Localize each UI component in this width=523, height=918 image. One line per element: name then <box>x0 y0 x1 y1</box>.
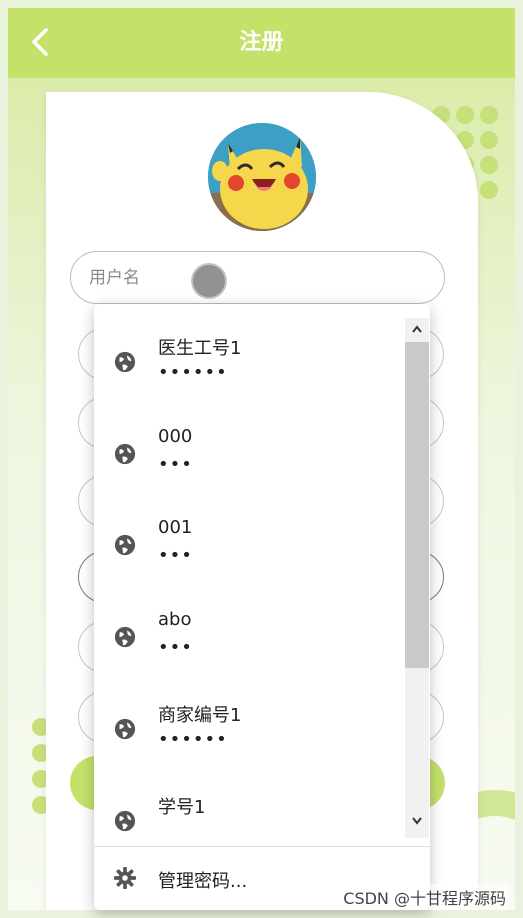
globe-icon <box>114 443 136 465</box>
header-bar: 注册 <box>8 8 515 78</box>
autofill-item-password: ••• <box>158 545 193 566</box>
autofill-item-label: 000 <box>158 426 193 447</box>
scroll-down-icon[interactable] <box>411 814 423 828</box>
scroll-up-icon[interactable] <box>411 322 423 336</box>
autofill-list: 医生工号1 •••••• 000 ••• 001 ••• abo ••• 商家编… <box>94 304 404 844</box>
autofill-item[interactable]: 医生工号1 •••••• <box>94 304 404 394</box>
autofill-item-label: 001 <box>158 517 193 538</box>
autofill-item-label: 医生工号1 <box>158 338 242 359</box>
username-input[interactable] <box>87 252 421 304</box>
autofill-item-password: •••••• <box>158 362 228 383</box>
autofill-item-label: 商家编号1 <box>158 705 242 726</box>
globe-icon <box>114 810 136 832</box>
globe-icon <box>114 626 136 648</box>
pikachu-avatar-image <box>208 123 316 231</box>
autofill-item[interactable]: 000 ••• <box>94 396 404 486</box>
globe-icon <box>114 351 136 373</box>
gear-icon <box>114 867 136 889</box>
globe-icon <box>114 534 136 556</box>
autofill-item-password: ••• <box>158 454 193 475</box>
autofill-item[interactable]: 商家编号1 •••••• <box>94 671 404 761</box>
autofill-item-label: 学号1 <box>158 797 206 818</box>
avatar <box>208 123 316 231</box>
autofill-item[interactable]: 学号1 <box>94 763 404 844</box>
autofill-item-label: abo <box>158 609 192 630</box>
autofill-item[interactable]: abo ••• <box>94 579 404 669</box>
globe-icon <box>114 718 136 740</box>
page-title: 注册 <box>239 30 284 55</box>
username-field[interactable] <box>70 251 445 304</box>
password-autofill-popup: 医生工号1 •••••• 000 ••• 001 ••• abo ••• 商家编… <box>94 304 430 910</box>
scrollbar-thumb[interactable] <box>405 342 429 668</box>
manage-passwords-label: 管理密码... <box>158 871 248 892</box>
touch-indicator <box>191 263 227 299</box>
watermark: CSDN @十甘程序源码 <box>340 884 509 910</box>
autofill-item[interactable]: 001 ••• <box>94 487 404 577</box>
autofill-item-password: •••••• <box>158 729 228 750</box>
autofill-item-password: ••• <box>158 637 193 658</box>
